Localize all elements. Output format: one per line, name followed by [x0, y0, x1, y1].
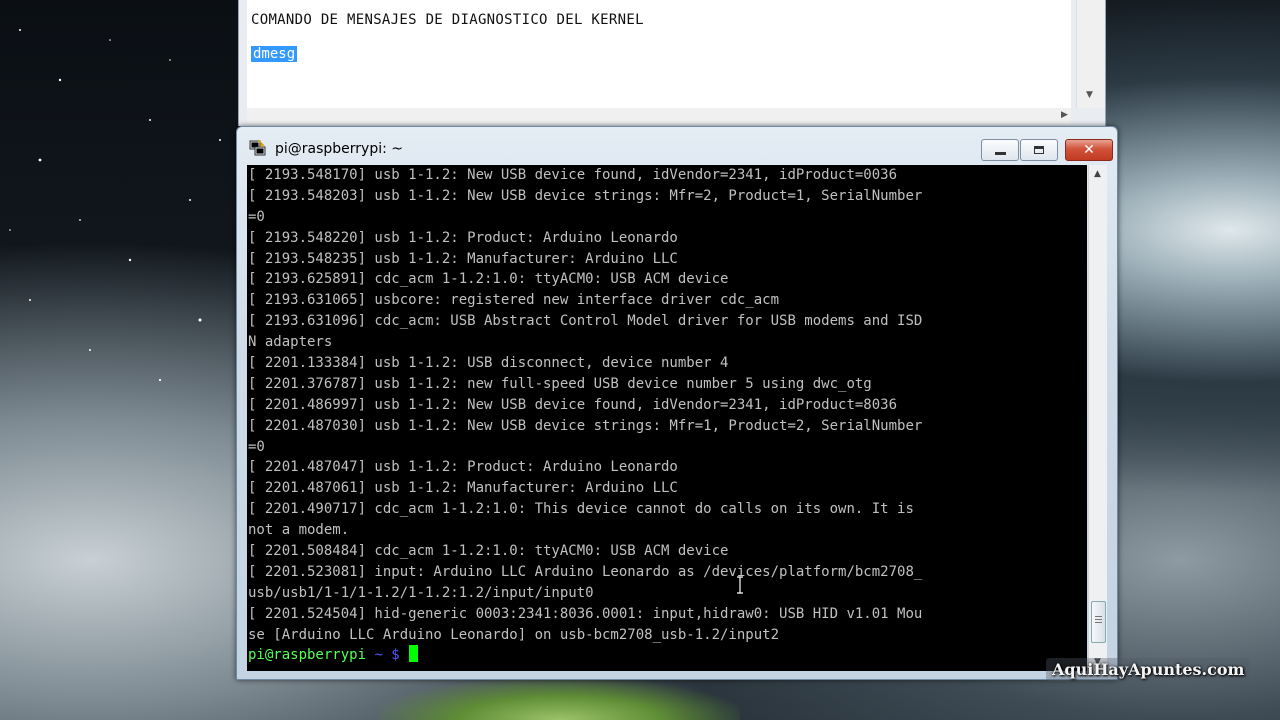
minimize-button[interactable]	[981, 139, 1019, 161]
terminal-line: =0	[248, 438, 265, 455]
scroll-up-icon[interactable]: ▲	[1094, 169, 1101, 179]
terminal-line: [ 2201.133384] usb 1-1.2: USB disconnect…	[248, 355, 729, 372]
close-button[interactable]: ✕	[1065, 139, 1113, 161]
putty-terminal-window[interactable]: pi@raspberrypi: ~ ✕ [ 2193.548170] usb 1…	[236, 126, 1118, 680]
editor-vertical-scrollbar[interactable]: ▼	[1076, 0, 1105, 108]
text-editor-window[interactable]: COMANDO DE MENSAJES DE DIAGNOSTICO DEL K…	[238, 0, 1106, 126]
terminal-line: [ 2201.524504] hid-generic 0003:2341:803…	[248, 605, 923, 622]
terminal-line: [ 2201.376787] usb 1-1.2: new full-speed…	[248, 375, 872, 392]
maximize-icon	[1034, 146, 1044, 154]
wallpaper-tree-decoration	[380, 678, 740, 720]
window-title: pi@raspberrypi: ~	[275, 141, 404, 157]
terminal-line: usb/usb1/1-1/1-1.2/1-1.2:1.2/input/input…	[248, 584, 594, 601]
terminal-line: [ 2201.486997] usb 1-1.2: New USB device…	[248, 396, 898, 413]
terminal-cursor	[409, 645, 419, 663]
terminal-line: N adapters	[248, 334, 333, 351]
prompt-user: pi@raspberrypi	[248, 647, 367, 664]
terminal-line: [ 2201.523081] input: Arduino LLC Arduin…	[248, 563, 923, 580]
terminal-line: [ 2201.487030] usb 1-1.2: New USB device…	[248, 417, 923, 434]
scrollbar-thumb[interactable]	[1091, 601, 1106, 643]
terminal-vertical-scrollbar[interactable]: ▲ ▼	[1088, 165, 1107, 671]
scroll-down-icon[interactable]: ▼	[1086, 90, 1093, 100]
editor-selected-command[interactable]: dmesg	[251, 46, 298, 62]
terminal-line: [ 2201.508484] cdc_acm 1-1.2:1.0: ttyACM…	[248, 543, 729, 560]
terminal-output: [ 2193.548170] usb 1-1.2: New USB device…	[248, 165, 922, 666]
terminal-line: =0	[248, 208, 265, 225]
terminal-line: [ 2201.490717] cdc_acm 1-1.2:1.0: This d…	[248, 501, 914, 518]
terminal-line: [ 2193.548220] usb 1-1.2: Product: Ardui…	[248, 229, 678, 246]
text-cursor-icon	[737, 576, 743, 594]
scroll-right-icon[interactable]: ▶	[1061, 110, 1068, 120]
terminal-screen[interactable]: [ 2193.548170] usb 1-1.2: New USB device…	[247, 165, 1087, 671]
terminal-line: not a modem.	[248, 522, 350, 539]
close-icon: ✕	[1083, 142, 1095, 158]
terminal-line: se [Arduino LLC Arduino Leonardo] on usb…	[248, 626, 780, 643]
editor-document[interactable]: COMANDO DE MENSAJES DE DIAGNOSTICO DEL K…	[247, 0, 1071, 108]
terminal-line: [ 2193.625891] cdc_acm 1-1.2:1.0: ttyACM…	[248, 271, 729, 288]
terminal-line: [ 2193.631096] cdc_acm: USB Abstract Con…	[248, 313, 923, 330]
editor-heading: COMANDO DE MENSAJES DE DIAGNOSTICO DEL K…	[251, 12, 644, 28]
window-titlebar[interactable]: pi@raspberrypi: ~ ✕	[237, 127, 1117, 163]
terminal-line: [ 2201.487061] usb 1-1.2: Manufacturer: …	[248, 480, 678, 497]
shell-prompt[interactable]: pi@raspberrypi ~ $	[248, 645, 922, 666]
terminal-line: [ 2193.548170] usb 1-1.2: New USB device…	[248, 167, 898, 183]
terminal-line: [ 2201.487047] usb 1-1.2: Product: Ardui…	[248, 459, 678, 476]
terminal-line: [ 2193.548235] usb 1-1.2: Manufacturer: …	[248, 250, 678, 267]
starfield-decoration	[9, 29, 221, 382]
editor-horizontal-scrollbar[interactable]: ▶	[247, 108, 1071, 124]
terminal-line: [ 2193.548203] usb 1-1.2: New USB device…	[248, 187, 923, 204]
minimize-icon	[994, 151, 1006, 155]
watermark-logo: AquiHayApuntes.com	[1046, 658, 1251, 681]
maximize-button[interactable]	[1020, 139, 1058, 161]
prompt-path: ~ $	[374, 647, 400, 664]
terminal-line: [ 2193.631065] usbcore: registered new i…	[248, 292, 780, 309]
putty-icon	[249, 139, 266, 156]
